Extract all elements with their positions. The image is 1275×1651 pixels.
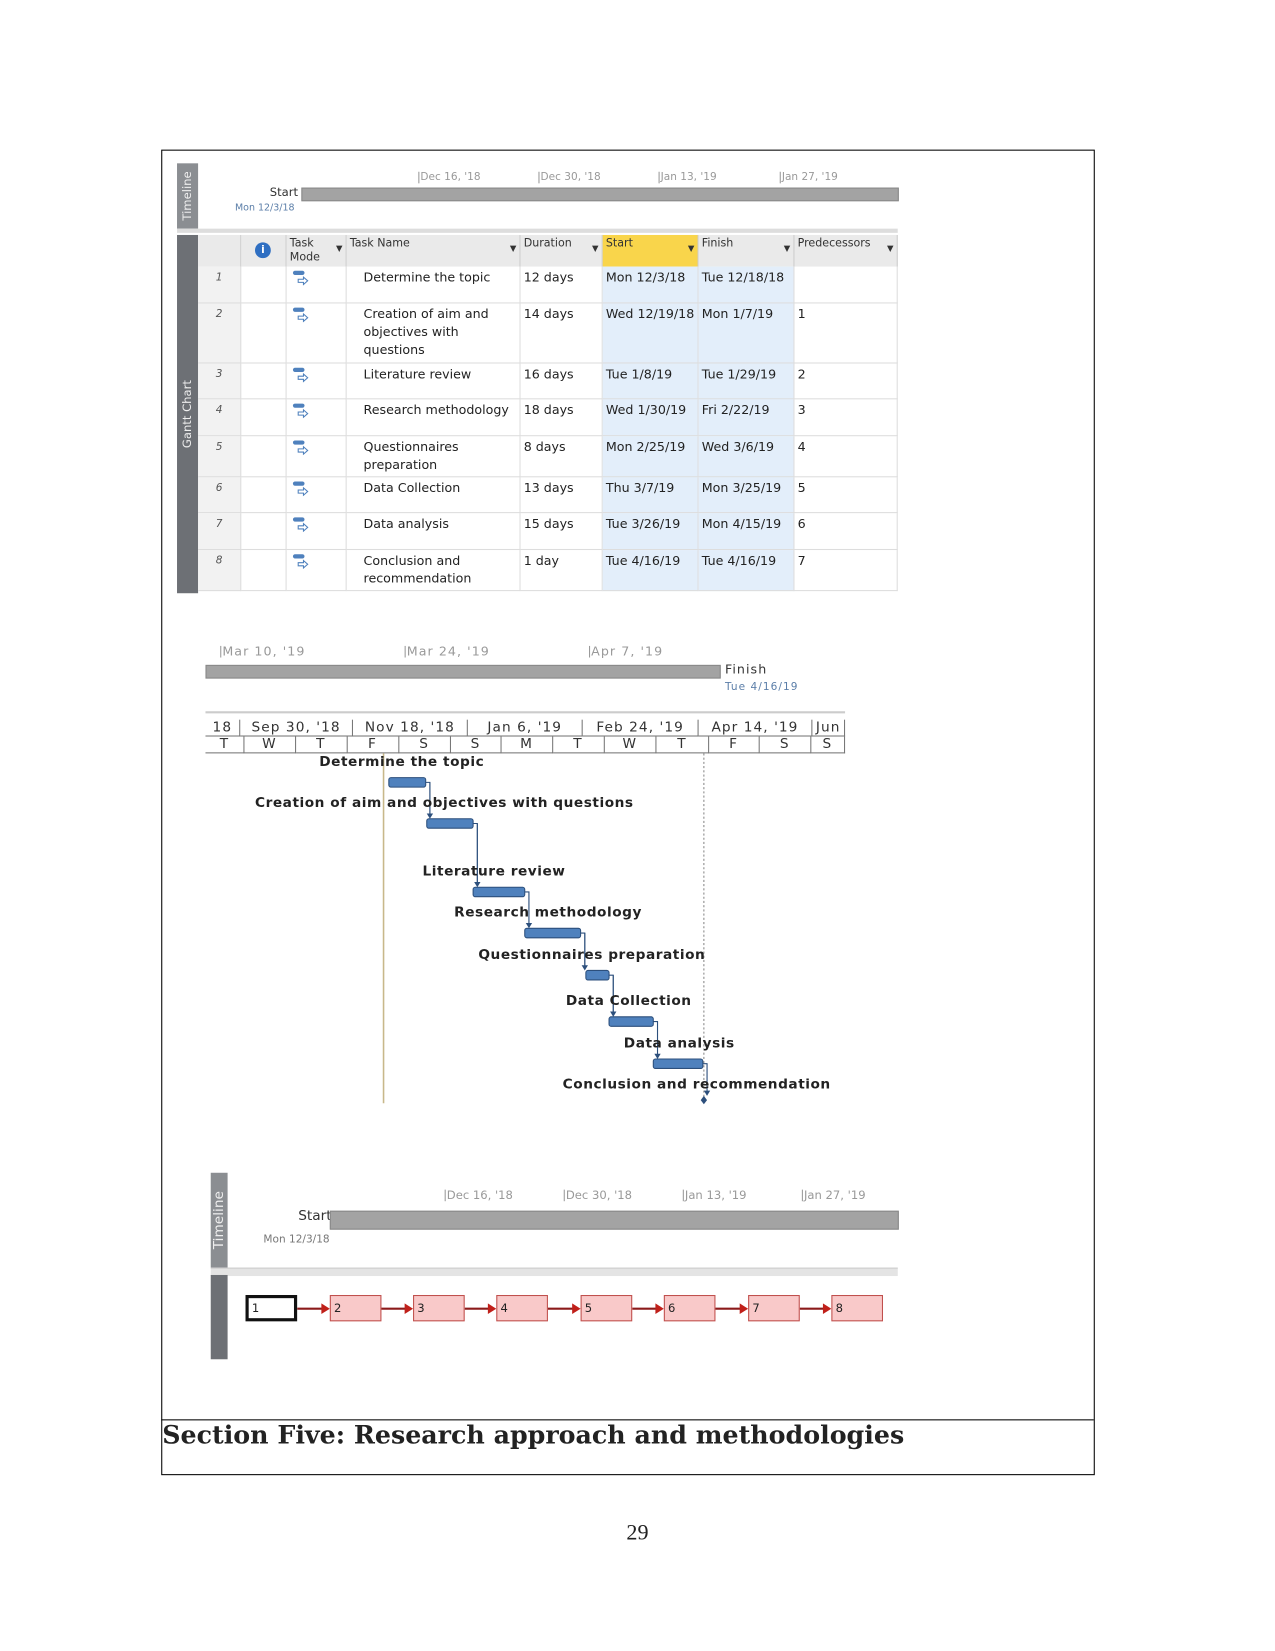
network-arrow-icon xyxy=(464,1303,497,1314)
task-bar-label: Conclusion and recommendation xyxy=(562,1076,831,1093)
gantt-chart xyxy=(382,753,711,1105)
task-bar-label: Literature review xyxy=(422,864,566,880)
network-arrow-icon xyxy=(297,1303,330,1314)
task-bar[interactable] xyxy=(585,969,610,981)
milestone-marker[interactable] xyxy=(700,1095,708,1105)
network-arrow-icon xyxy=(632,1303,664,1314)
timeline-tick: Jan 27, '19 xyxy=(801,1190,866,1202)
node-id: 1 xyxy=(251,1301,260,1316)
node-id: 7 xyxy=(752,1301,760,1316)
network-arrow-icon xyxy=(715,1303,749,1314)
network-node[interactable]: 6 xyxy=(663,1294,716,1322)
section-heading: Section Five: Research approach and meth… xyxy=(162,1419,905,1450)
task-bar[interactable] xyxy=(426,818,474,829)
arrow-head-icon xyxy=(426,813,434,819)
task-bar[interactable] xyxy=(472,886,526,898)
timeline-tick: Dec 16, '18 xyxy=(444,1190,513,1202)
network-diagram-tab[interactable] xyxy=(210,1274,228,1360)
timeline-tick: Dec 30, '18 xyxy=(563,1190,632,1202)
arrow-head-icon xyxy=(581,965,588,971)
arrow-head-icon xyxy=(654,1053,661,1059)
node-id: 3 xyxy=(417,1301,425,1316)
node-id: 4 xyxy=(500,1301,508,1316)
document-page: Timeline Start Mon 12/3/18 Dec 16, '18 D… xyxy=(0,0,1275,1651)
node-id: 5 xyxy=(584,1301,593,1316)
network-node[interactable]: 2 xyxy=(329,1294,382,1322)
task-bar[interactable] xyxy=(608,1016,654,1027)
page-number: 29 xyxy=(626,1519,649,1545)
network-node[interactable]: 7 xyxy=(748,1294,800,1322)
network-node[interactable]: 4 xyxy=(496,1294,548,1322)
timeline-start-date: Mon 12/3/18 xyxy=(263,1233,330,1246)
network-node[interactable]: 1 xyxy=(245,1294,298,1322)
task-bar-label: Creation of aim and objectives with ques… xyxy=(254,795,634,812)
network-arrow-icon xyxy=(799,1303,832,1314)
divider xyxy=(210,1267,898,1277)
node-id: 2 xyxy=(334,1301,342,1316)
task-bar[interactable] xyxy=(652,1058,704,1069)
timeline-bar xyxy=(329,1210,899,1230)
task-bar[interactable] xyxy=(524,927,582,939)
task-bar-label: Determine the topic xyxy=(319,754,485,771)
arrow-head-icon xyxy=(525,923,533,929)
network-arrow-icon xyxy=(547,1303,581,1314)
task-bar[interactable] xyxy=(388,777,427,788)
arrow-head-icon xyxy=(474,881,481,888)
timeline-tick: Jan 13, '19 xyxy=(682,1190,747,1202)
network-arrow-icon xyxy=(381,1303,414,1314)
task-bar-label: Data Collection xyxy=(565,993,692,1010)
network-node[interactable]: 3 xyxy=(413,1294,465,1322)
timeline-tab-label: Timeline xyxy=(211,1191,228,1250)
timeline-start-label: Start xyxy=(298,1208,332,1225)
timeline-tab[interactable]: Timeline xyxy=(210,1172,228,1268)
network-node[interactable]: 8 xyxy=(831,1294,884,1322)
arrow-head-icon xyxy=(610,1011,617,1017)
network-node[interactable]: 5 xyxy=(580,1294,633,1322)
task-bar-label: Data analysis xyxy=(623,1035,735,1052)
task-bar-label: Questionnaires preparation xyxy=(478,947,706,964)
node-id: 6 xyxy=(668,1301,676,1316)
task-bar-label: Research methodology xyxy=(454,905,642,921)
node-id: 8 xyxy=(835,1301,843,1316)
